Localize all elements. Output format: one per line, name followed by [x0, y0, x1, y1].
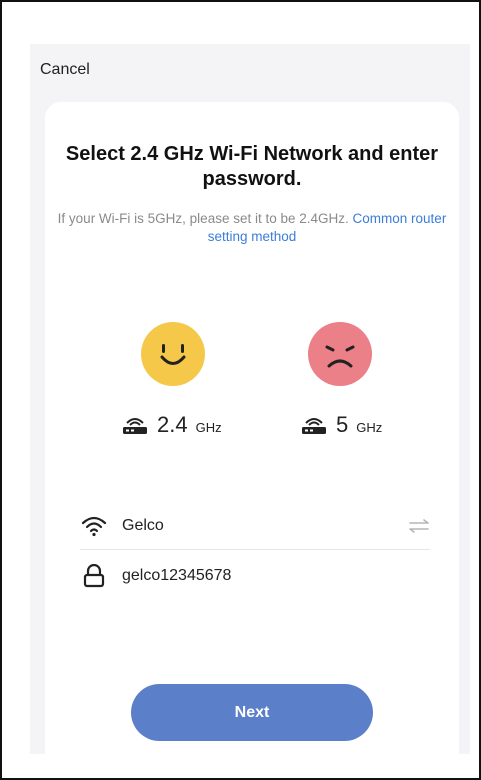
cancel-button[interactable]: Cancel — [40, 61, 90, 79]
wifi-password-value: gelco12345678 — [122, 567, 232, 584]
wifi-ssid-field[interactable]: Gelco — [80, 502, 430, 550]
wifi-icon — [80, 512, 108, 540]
page-title: Select 2.4 GHz Wi-Fi Network and enter p… — [65, 143, 439, 190]
router-icon — [123, 418, 147, 434]
sad-face-icon — [308, 322, 372, 386]
subtitle-text: If your Wi-Fi is 5GHz, please set it to … — [57, 211, 349, 226]
band-2-4ghz: 2.4 GHz — [121, 412, 222, 438]
wifi-ssid-value: Gelco — [122, 516, 164, 534]
wifi-setup-card: Select 2.4 GHz Wi-Fi Network and enter p… — [45, 102, 459, 754]
band-value: 2.4 — [157, 412, 188, 437]
lock-icon — [80, 562, 108, 590]
band-unit: GHz — [356, 420, 383, 435]
device-frame: Cancel Select 2.4 GHz Wi-Fi Network and … — [0, 0, 481, 780]
band-value: 5 — [336, 412, 349, 437]
next-button[interactable]: Next — [131, 684, 373, 741]
band-unit: GHz — [195, 420, 222, 435]
happy-face-icon — [141, 322, 205, 386]
screen: Cancel Select 2.4 GHz Wi-Fi Network and … — [30, 44, 470, 754]
router-icon — [302, 418, 326, 434]
page-subtitle: If your Wi-Fi is 5GHz, please set it to … — [45, 210, 459, 246]
wifi-password-field[interactable]: gelco12345678 — [80, 552, 430, 600]
switch-network-icon[interactable] — [402, 516, 430, 536]
band-5ghz: 5 GHz — [300, 412, 382, 438]
